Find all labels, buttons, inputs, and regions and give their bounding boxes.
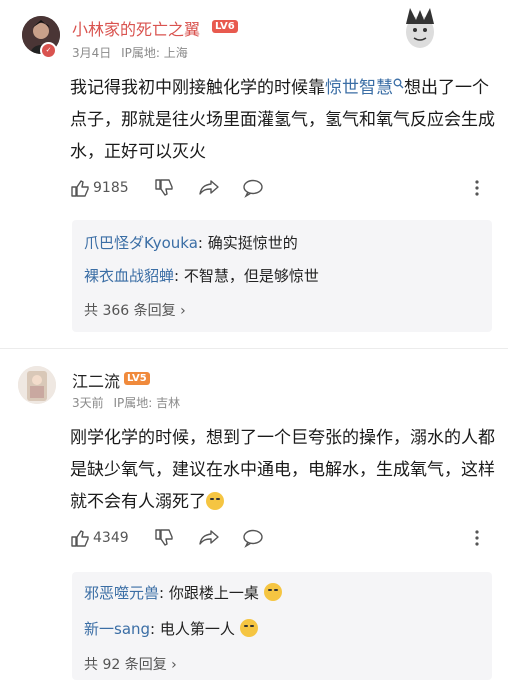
username[interactable]: 小林家的死亡之翼 xyxy=(72,16,200,40)
like-button[interactable]: 4349 xyxy=(70,527,129,549)
reply-author[interactable]: 裸衣血战貂蝉 xyxy=(84,267,174,285)
more-options-button[interactable] xyxy=(474,177,480,199)
view-more-replies-link[interactable]: 共 92 条回复 › xyxy=(84,654,177,674)
like-button[interactable]: 9185 xyxy=(70,177,129,199)
dislike-button[interactable] xyxy=(154,177,174,199)
post-meta: 3月4日 IP属地: 上海 xyxy=(72,44,188,61)
ip-location: IP属地: 上海 xyxy=(121,46,188,60)
thumb-down-icon xyxy=(155,529,173,546)
laugh-cry-emoji-icon xyxy=(239,619,258,637)
reply-text: : 你跟楼上一桌 xyxy=(159,584,259,602)
action-bar: 4349 xyxy=(70,527,490,549)
comment-text-1: 刚学化学的时候，想到了一个巨夸张的操作，溺水的人都是缺少氧气，建议在水中通电，电… xyxy=(70,428,495,512)
laugh-cry-emoji-icon xyxy=(263,583,282,601)
verified-badge-icon: ✓ xyxy=(40,42,57,59)
more-options-button[interactable] xyxy=(474,527,480,549)
like-count: 9185 xyxy=(93,180,129,196)
reply-item[interactable]: 新一sang: 电人第一人 xyxy=(84,618,258,639)
reply-preview-box[interactable]: 邪恶噬元兽: 你跟楼上一桌 新一sang: 电人第一人 共 92 条回复 › xyxy=(72,572,492,680)
like-count: 4349 xyxy=(93,530,129,546)
divider xyxy=(0,348,508,349)
reply-text: : 不智慧，但是够惊世 xyxy=(174,267,319,285)
reply-item[interactable]: 爪巴怪ダKyouka: 确实挺惊世的 xyxy=(84,232,298,253)
share-button[interactable] xyxy=(198,527,220,549)
view-more-replies-link[interactable]: 共 366 条回复 › xyxy=(84,300,186,320)
reply-preview-box[interactable]: 爪巴怪ダKyouka: 确实挺惊世的 裸衣血战貂蝉: 不智慧，但是够惊世 共 3… xyxy=(72,220,492,332)
reply-author[interactable]: 邪恶噬元兽 xyxy=(84,584,159,602)
share-icon xyxy=(199,180,219,195)
reply-item[interactable]: 裸衣血战貂蝉: 不智慧，但是够惊世 xyxy=(84,265,319,286)
level-badge: LV5 xyxy=(124,372,150,385)
dislike-button[interactable] xyxy=(154,527,174,549)
comment-bubble-icon xyxy=(243,179,263,198)
reply-item[interactable]: 邪恶噬元兽: 你跟楼上一桌 xyxy=(84,582,282,603)
more-vertical-icon xyxy=(475,530,479,546)
comment-text-1: 我记得我初中刚接触化学的时候靠 xyxy=(70,78,325,98)
reply-text: : 确实挺惊世的 xyxy=(197,234,298,252)
level-badge: LV6 xyxy=(212,20,238,33)
reply-text: : 电人第一人 xyxy=(150,620,235,638)
comment-bubble-icon xyxy=(243,529,263,548)
reply-author[interactable]: 新一sang xyxy=(84,620,150,638)
reply-author[interactable]: 爪巴怪ダKyouka xyxy=(84,234,198,252)
share-icon xyxy=(199,530,219,545)
thumb-down-icon xyxy=(155,179,173,196)
comment-body: 刚学化学的时候，想到了一个巨夸张的操作，溺水的人都是缺少氧气，建议在水中通电，电… xyxy=(70,422,500,518)
username[interactable]: 江二流 xyxy=(72,368,120,392)
thumb-up-icon xyxy=(71,530,89,547)
share-button[interactable] xyxy=(198,177,220,199)
search-icon xyxy=(393,78,404,89)
post-date: 3月4日 xyxy=(72,46,112,60)
thumb-up-icon xyxy=(71,180,89,197)
post-meta: 3天前 IP属地: 吉林 xyxy=(72,394,180,411)
search-link[interactable]: 惊世智慧 xyxy=(325,78,404,98)
post-date: 3天前 xyxy=(72,396,104,410)
comment-button[interactable] xyxy=(242,527,264,549)
avatar-sticker xyxy=(400,6,440,50)
user-avatar[interactable] xyxy=(18,366,56,404)
laugh-cry-emoji-icon xyxy=(206,492,224,510)
comment-body: 我记得我初中刚接触化学的时候靠惊世智慧 想出了一个点子，那就是往火场里面灌氢气，氢… xyxy=(70,72,500,168)
comment-button[interactable] xyxy=(242,177,264,199)
more-vertical-icon xyxy=(475,180,479,196)
action-bar: 9185 xyxy=(70,177,490,199)
ip-location: IP属地: 吉林 xyxy=(113,396,181,410)
